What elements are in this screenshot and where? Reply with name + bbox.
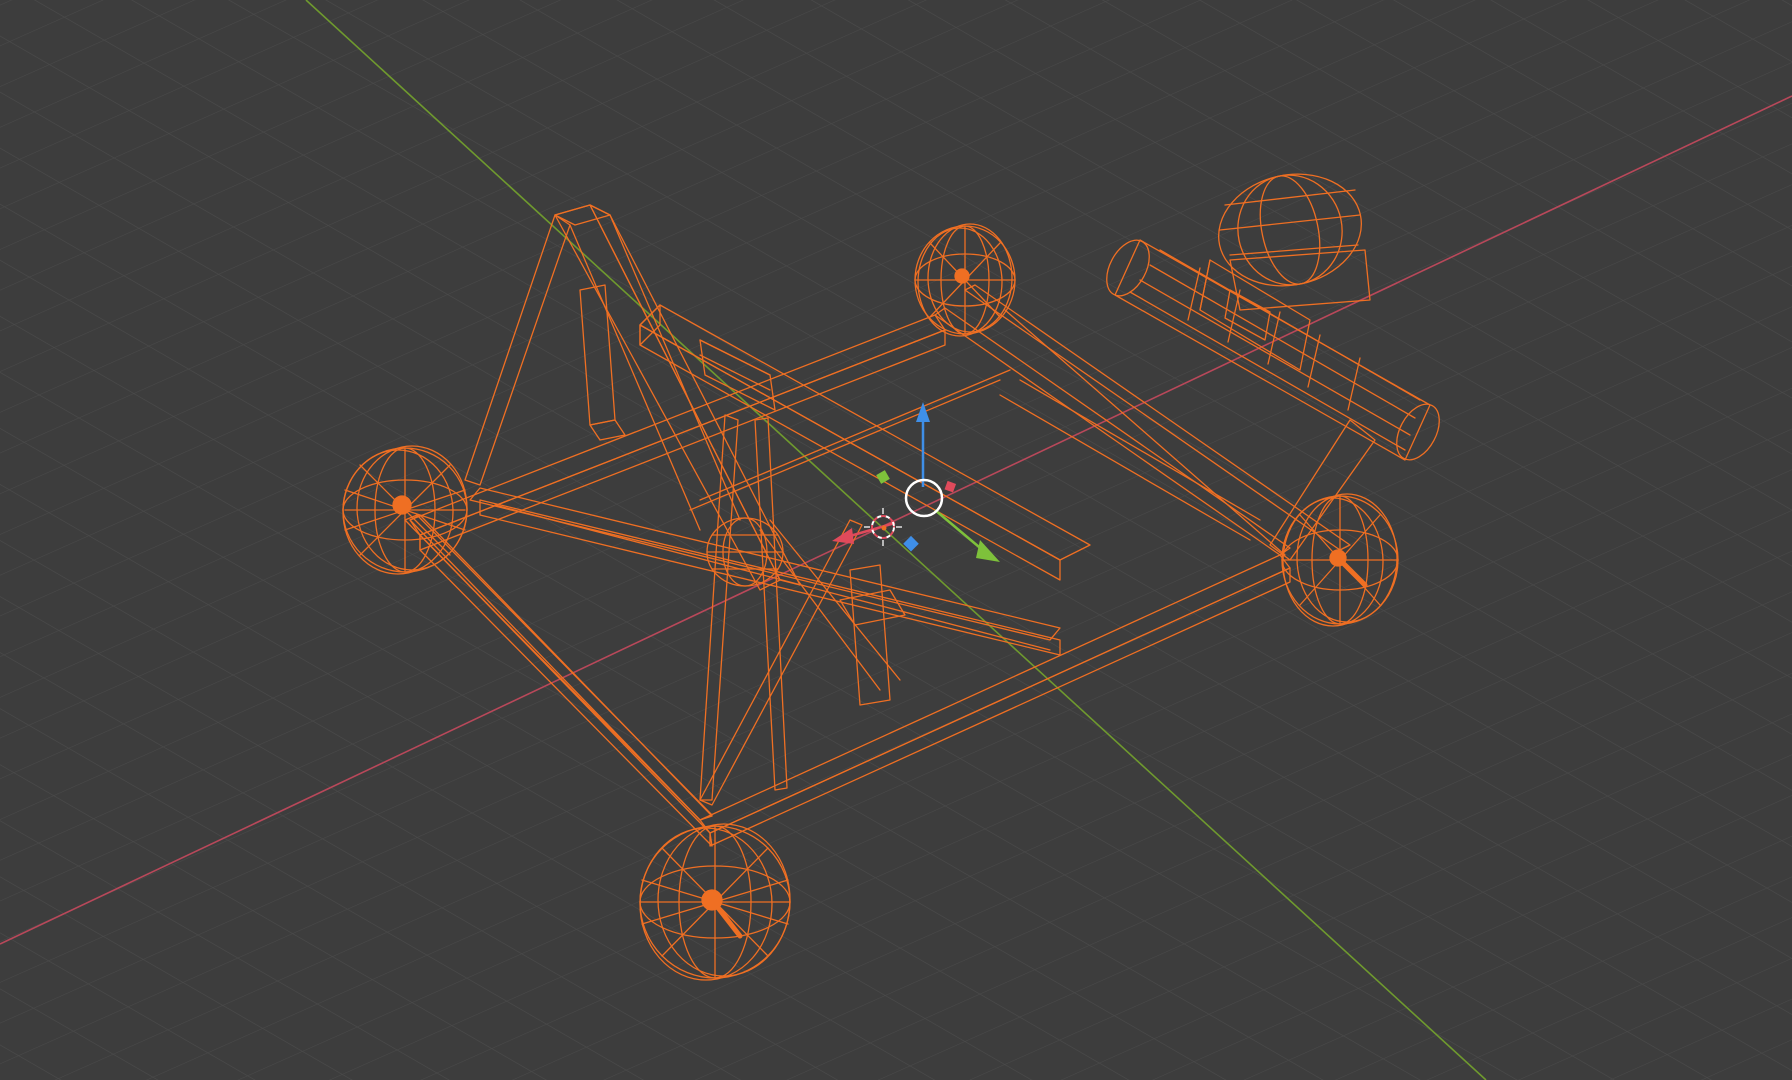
3d-viewport[interactable]	[0, 0, 1792, 1080]
wheel-back-right	[1281, 493, 1399, 627]
object-origin-dot	[881, 525, 887, 531]
wheel-back-left	[914, 223, 1016, 337]
wheel-front-left	[342, 445, 468, 575]
viewport-canvas[interactable]	[0, 0, 1792, 1080]
wheel-front-right	[639, 823, 791, 981]
